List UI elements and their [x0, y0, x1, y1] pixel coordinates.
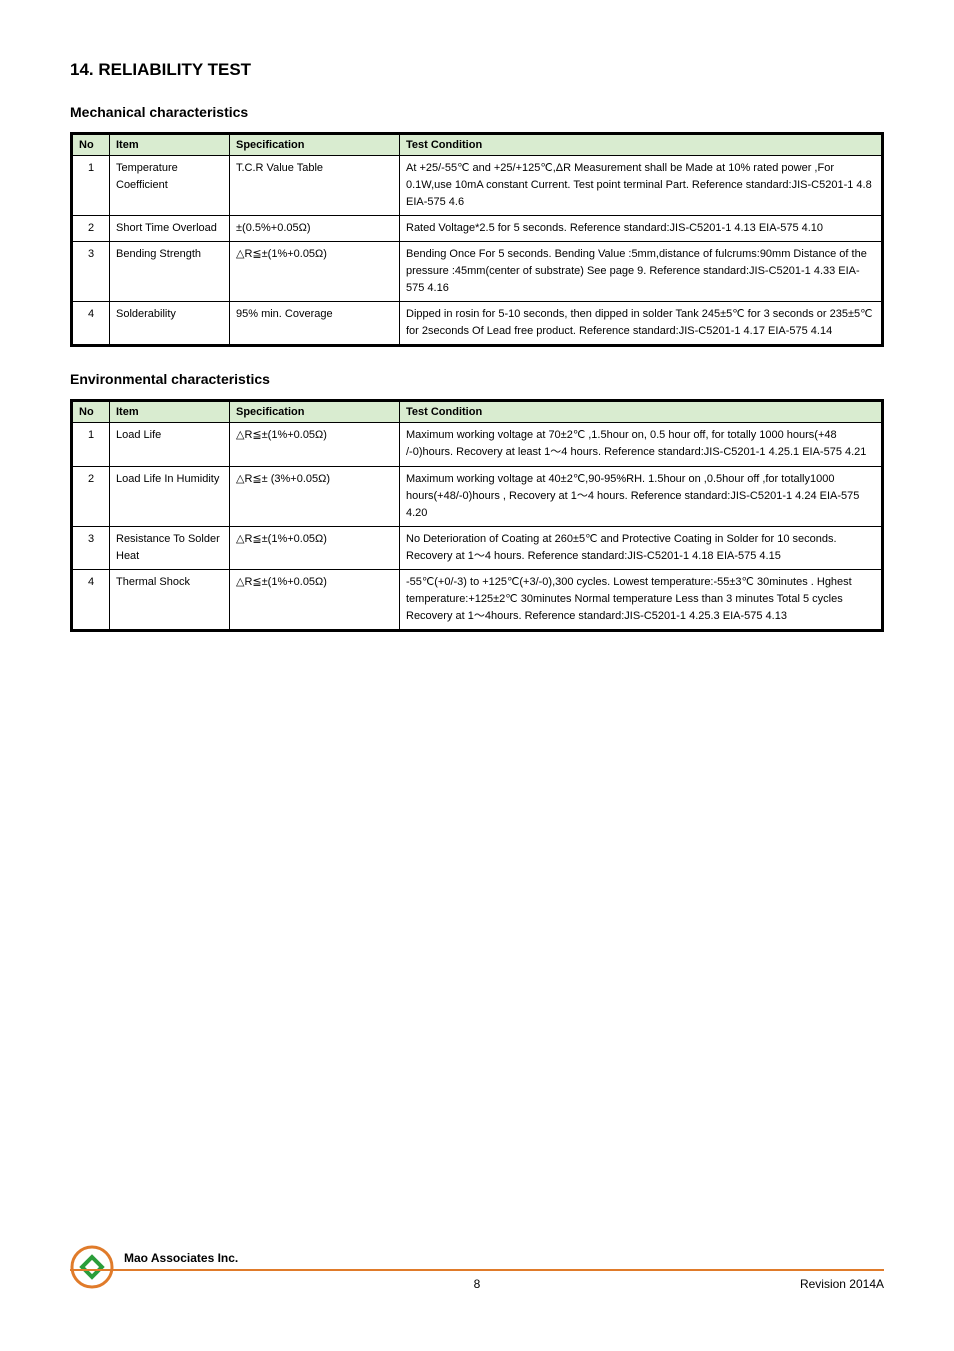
cell-item: Resistance To Solder Heat: [110, 526, 230, 569]
cell-cond: Dipped in rosin for 5-10 seconds, then d…: [400, 302, 883, 346]
th-spec: Specification: [230, 401, 400, 423]
cell-cond: Maximum working voltage at 40±2℃,90-95%R…: [400, 466, 883, 526]
cell-no: 3: [72, 526, 110, 569]
table-row: 4 Solderability 95% min. Coverage Dipped…: [72, 302, 883, 346]
th-no: No: [72, 401, 110, 423]
table-row: 1 Load Life △R≦±(1%+0.05Ω) Maximum worki…: [72, 423, 883, 466]
footer: Mao Associates Inc. 8 Revision 2014A: [70, 1251, 884, 1291]
cell-cond: Maximum working voltage at 70±2℃ ,1.5hou…: [400, 423, 883, 466]
table-row: 3 Bending Strength △R≦±(1%+0.05Ω) Bendin…: [72, 242, 883, 302]
table-environmental: No Item Specification Test Condition 1 L…: [70, 399, 884, 631]
table-row: 2 Load Life In Humidity △R≦± (3%+0.05Ω) …: [72, 466, 883, 526]
cell-no: 1: [72, 423, 110, 466]
table-row: 4 Thermal Shock △R≦±(1%+0.05Ω) -55℃(+0/-…: [72, 569, 883, 630]
cell-item: Bending Strength: [110, 242, 230, 302]
table-mechanical: No Item Specification Test Condition 1 T…: [70, 132, 884, 347]
cell-item: Short Time Overload: [110, 216, 230, 242]
cell-no: 2: [72, 466, 110, 526]
footer-divider: [70, 1269, 884, 1271]
table-row: 1 Temperature Coefficient T.C.R Value Ta…: [72, 156, 883, 216]
th-item: Item: [110, 401, 230, 423]
cell-spec: 95% min. Coverage: [230, 302, 400, 346]
cell-spec: ±(0.5%+0.05Ω): [230, 216, 400, 242]
table-header-row: No Item Specification Test Condition: [72, 401, 883, 423]
page-number: 8: [474, 1277, 481, 1291]
revision-label: Revision 2014A: [800, 1277, 884, 1291]
cell-cond: At +25/-55℃ and +25/+125℃,ΔR Measurement…: [400, 156, 883, 216]
cell-no: 3: [72, 242, 110, 302]
table-header-row: No Item Specification Test Condition: [72, 134, 883, 156]
section1-title: Mechanical characteristics: [70, 104, 884, 120]
cell-no: 4: [72, 569, 110, 630]
cell-item: Temperature Coefficient: [110, 156, 230, 216]
cell-cond: No Deterioration of Coating at 260±5℃ an…: [400, 526, 883, 569]
th-spec: Specification: [230, 134, 400, 156]
cell-spec: △R≦±(1%+0.05Ω): [230, 569, 400, 630]
cell-item: Load Life: [110, 423, 230, 466]
cell-cond: Rated Voltage*2.5 for 5 seconds. Referen…: [400, 216, 883, 242]
th-cond: Test Condition: [400, 401, 883, 423]
cell-cond: Bending Once For 5 seconds. Bending Valu…: [400, 242, 883, 302]
th-item: Item: [110, 134, 230, 156]
cell-no: 2: [72, 216, 110, 242]
table-row: 2 Short Time Overload ±(0.5%+0.05Ω) Rate…: [72, 216, 883, 242]
cell-spec: △R≦±(1%+0.05Ω): [230, 526, 400, 569]
th-no: No: [72, 134, 110, 156]
company-name: Mao Associates Inc.: [124, 1251, 884, 1265]
cell-item: Load Life In Humidity: [110, 466, 230, 526]
cell-no: 4: [72, 302, 110, 346]
cell-spec: △R≦± (3%+0.05Ω): [230, 466, 400, 526]
cell-spec: △R≦±(1%+0.05Ω): [230, 242, 400, 302]
cell-spec: △R≦±(1%+0.05Ω): [230, 423, 400, 466]
cell-cond: -55℃(+0/-3) to +125℃(+3/-0),300 cycles. …: [400, 569, 883, 630]
th-cond: Test Condition: [400, 134, 883, 156]
table-row: 3 Resistance To Solder Heat △R≦±(1%+0.05…: [72, 526, 883, 569]
cell-item: Thermal Shock: [110, 569, 230, 630]
page-title: 14. RELIABILITY TEST: [70, 60, 884, 80]
cell-no: 1: [72, 156, 110, 216]
cell-item: Solderability: [110, 302, 230, 346]
cell-spec: T.C.R Value Table: [230, 156, 400, 216]
section2-title: Environmental characteristics: [70, 371, 884, 387]
